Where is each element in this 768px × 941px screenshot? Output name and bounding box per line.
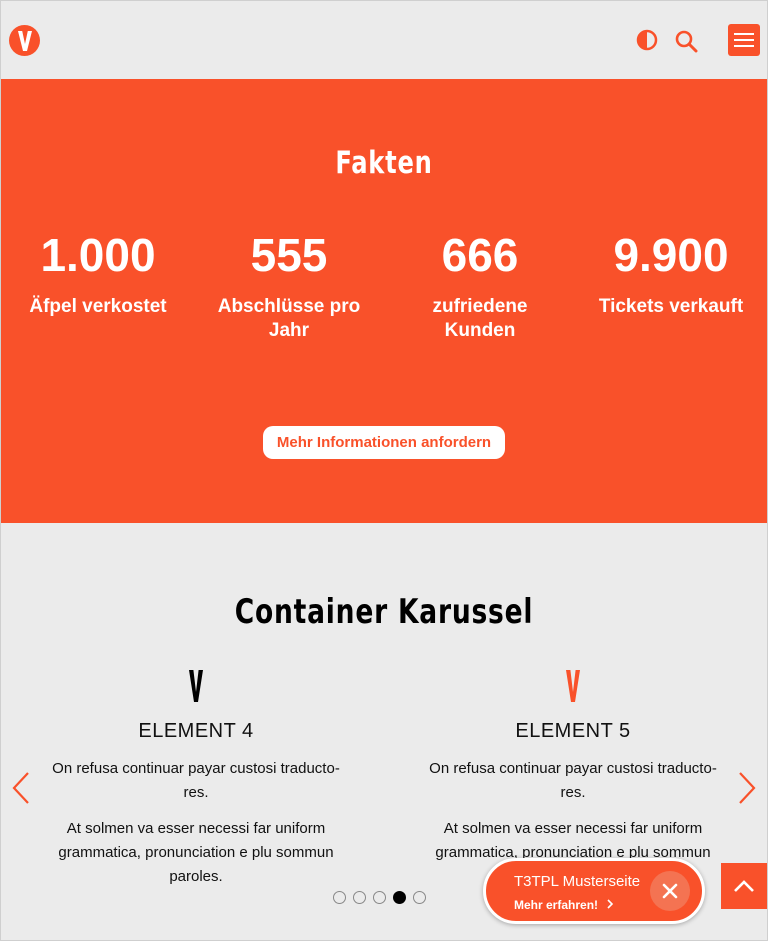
close-icon xyxy=(662,883,678,899)
chevron-left-icon xyxy=(12,772,29,804)
popup-title: T3TPL Musterseite xyxy=(514,873,641,890)
fact-number: 555 xyxy=(250,229,328,281)
carousel-dot[interactable] xyxy=(413,891,426,904)
fact-number: 1.000 xyxy=(40,229,156,281)
carousel-title: Container Karussel xyxy=(234,592,534,632)
fact-item: 9.900 Tickets verkauft xyxy=(575,227,767,319)
slide-logo xyxy=(46,670,346,706)
v-logo-icon xyxy=(189,670,203,702)
carousel-dot[interactable] xyxy=(333,891,346,904)
chevron-up-icon xyxy=(734,880,754,892)
hamburger-icon xyxy=(734,33,754,47)
popup-link-label: Mehr erfahren! xyxy=(514,898,599,912)
logo[interactable] xyxy=(9,25,40,56)
fact-item: 1.000 Äfpel verkostet xyxy=(2,227,194,319)
chevron-right-icon xyxy=(607,899,614,909)
slide-text: On refusa continuar payar custosi traduc… xyxy=(429,760,717,801)
request-info-button[interactable]: Mehr Informationen anfordern xyxy=(263,426,505,459)
v-logo-icon xyxy=(566,670,580,702)
contrast-icon xyxy=(636,29,658,51)
fact-label: Abschlüsse pro Jahr xyxy=(217,296,361,341)
carousel-dot-active[interactable] xyxy=(393,891,406,904)
fact-label: Äfpel verkostet xyxy=(29,296,167,317)
facts-title: Fakten xyxy=(335,145,433,181)
popup-more-link[interactable]: Mehr erfahren! xyxy=(514,898,614,912)
carousel-slide: ELEMENT 5 On refusa continuar payar cust… xyxy=(423,670,723,889)
fact-item: 555 Abschlüsse pro Jahr xyxy=(193,227,385,343)
popup-close-button[interactable] xyxy=(650,871,690,911)
carousel-next-button[interactable] xyxy=(736,770,758,806)
carousel-dot[interactable] xyxy=(373,891,386,904)
slide-heading: ELEMENT 4 xyxy=(138,720,254,742)
fact-number: 666 xyxy=(441,229,519,281)
back-to-top-button[interactable] xyxy=(721,863,767,909)
site-header xyxy=(0,0,768,79)
carousel-prev-button[interactable] xyxy=(10,770,32,806)
chevron-right-icon xyxy=(739,772,756,804)
promo-popup: T3TPL Musterseite Mehr erfahren! xyxy=(483,858,705,924)
v-logo-icon xyxy=(17,30,32,51)
menu-button[interactable] xyxy=(728,24,760,56)
fact-label: zufriedene Kunden xyxy=(432,296,528,341)
slide-logo xyxy=(423,670,723,706)
slide-heading: ELEMENT 5 xyxy=(515,720,631,742)
fact-item: 666 zufriedene Kunden xyxy=(384,227,576,343)
carousel-slide: ELEMENT 4 On refusa continuar payar cust… xyxy=(46,670,346,889)
slide-text: At solmen va esser necessi far uniform g… xyxy=(58,820,334,885)
search-button[interactable] xyxy=(674,29,698,53)
fact-number: 9.900 xyxy=(613,229,729,281)
carousel-dot[interactable] xyxy=(353,891,366,904)
carousel-pagination xyxy=(333,891,426,904)
contrast-toggle-button[interactable] xyxy=(636,29,658,51)
facts-section: Fakten 1.000 Äfpel verkostet 555 Abschlü… xyxy=(0,79,768,523)
search-icon xyxy=(675,30,698,53)
fact-label: Tickets verkauft xyxy=(598,296,744,317)
slide-text: On refusa continuar payar custosi traduc… xyxy=(52,760,340,801)
